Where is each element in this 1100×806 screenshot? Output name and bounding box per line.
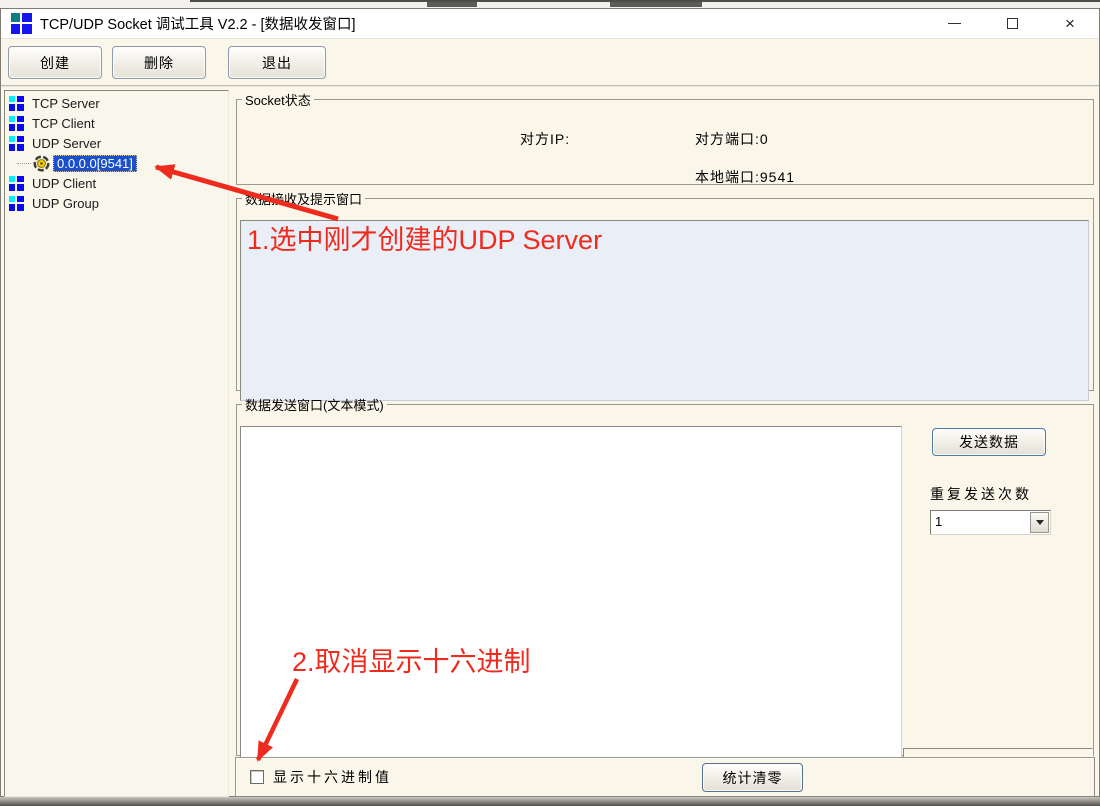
tree-item-udp-group[interactable]: UDP Group	[5, 193, 228, 213]
app-window: TCP/UDP Socket 调试工具 V2.2 - [数据收发窗口] × 创建…	[0, 8, 1100, 797]
reset-statistics-button[interactable]: 统计清零	[702, 763, 803, 792]
repeat-count-label: 重复发送次数	[930, 484, 1032, 504]
toolbar: 创建 删除 退出	[1, 40, 1099, 87]
tree-item-label: TCP Server	[29, 95, 103, 112]
delete-button[interactable]: 删除	[112, 46, 206, 79]
send-group-title: 数据发送窗口(文本模式)	[242, 395, 387, 414]
socket-type-icon	[9, 96, 24, 111]
tree-item-label-selected: 0.0.0.0[9541]	[53, 155, 137, 172]
remote-port-label: 对方端口:0	[695, 129, 769, 149]
exit-button[interactable]: 退出	[228, 46, 326, 79]
annotation-step1: 1.选中刚才创建的UDP Server	[247, 218, 602, 257]
receive-group-title: 数据接收及提示窗口	[242, 189, 365, 208]
tree-item-label: UDP Server	[29, 135, 104, 152]
bottom-bar: 显示十六进制值 统计清零	[235, 757, 1095, 797]
local-port-label: 本地端口:9541	[695, 167, 795, 187]
title-bar: TCP/UDP Socket 调试工具 V2.2 - [数据收发窗口] ×	[1, 9, 1099, 39]
socket-status-group: Socket状态 对方IP: 对方端口:0 本地端口:9541	[236, 90, 1094, 185]
combobox-dropdown-button[interactable]	[1030, 512, 1049, 533]
annotation-step2: 2.取消显示十六进制	[292, 640, 531, 679]
maximize-button[interactable]	[983, 9, 1041, 38]
send-data-button[interactable]: 发送数据	[932, 428, 1046, 456]
tree-item-udp-server-instance[interactable]: 0.0.0.0[9541]	[5, 153, 228, 173]
background-text-fragment	[427, 2, 477, 7]
hex-display-label: 显示十六进制值	[273, 767, 392, 787]
window-title: TCP/UDP Socket 调试工具 V2.2 - [数据收发窗口]	[40, 13, 356, 34]
socket-instance-icon	[33, 155, 50, 172]
background-window-remnant	[0, 0, 1100, 8]
chevron-down-icon	[1036, 520, 1044, 525]
socket-status-title: Socket状态	[242, 90, 314, 109]
background-text-fragment	[610, 2, 702, 7]
minimize-button[interactable]	[925, 9, 983, 38]
tree-branch-line	[17, 163, 31, 164]
socket-type-icon	[9, 136, 24, 151]
desktop-bottom-edge	[0, 797, 1100, 806]
close-button[interactable]: ×	[1041, 9, 1099, 38]
socket-type-icon	[9, 176, 24, 191]
tree-item-label: TCP Client	[29, 115, 98, 132]
repeat-count-value: 1	[931, 511, 1029, 534]
create-button[interactable]: 创建	[8, 46, 102, 79]
tree-item-label: UDP Group	[29, 195, 102, 212]
hex-display-checkbox[interactable]	[250, 770, 264, 784]
tree-item-label: UDP Client	[29, 175, 99, 192]
send-group: 数据发送窗口(文本模式) 发送数据 重复发送次数 1	[236, 395, 1094, 756]
socket-type-icon	[9, 196, 24, 211]
repeat-count-combobox[interactable]: 1	[930, 510, 1051, 535]
app-logo-icon	[11, 13, 32, 34]
socket-tree: TCP Server TCP Client UDP Server	[4, 90, 229, 797]
tree-item-tcp-server[interactable]: TCP Server	[5, 93, 228, 113]
socket-type-icon	[9, 116, 24, 131]
tree-item-udp-server[interactable]: UDP Server	[5, 133, 228, 153]
send-textarea[interactable]	[240, 426, 902, 764]
window-controls: ×	[925, 9, 1099, 38]
remote-ip-label: 对方IP:	[520, 129, 570, 149]
tree-item-tcp-client[interactable]: TCP Client	[5, 113, 228, 133]
tree-item-udp-client[interactable]: UDP Client	[5, 173, 228, 193]
